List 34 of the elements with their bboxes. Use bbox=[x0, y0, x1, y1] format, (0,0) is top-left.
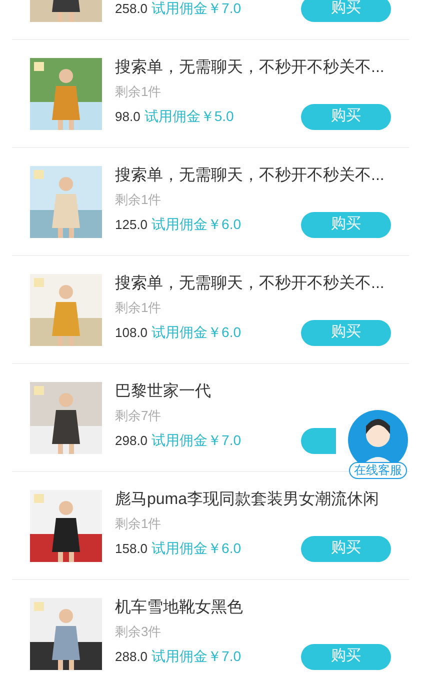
remaining-stock: 剩余1件 bbox=[115, 300, 162, 316]
commission: 试用佣金￥6.0 bbox=[152, 215, 242, 234]
commission: 试用佣金￥6.0 bbox=[152, 323, 242, 342]
remaining-stock: 剩余1件 bbox=[115, 192, 162, 208]
price: 98.0 bbox=[115, 108, 140, 126]
product-title: 搜索单，无需聊天，不秒开不秒关不... bbox=[115, 274, 386, 294]
remaining-stock: 剩余1件 bbox=[115, 516, 162, 532]
commission: 试用佣金￥5.0 bbox=[144, 107, 234, 126]
product-title: 搜索单，无需聊天，不秒开不秒关不... bbox=[115, 58, 386, 78]
price: 258.0 bbox=[115, 0, 148, 18]
product-title: 搜索单，无需聊天，不秒开不秒关不... bbox=[115, 166, 386, 186]
buy-button[interactable]: 购买 bbox=[301, 0, 391, 22]
price: 288.0 bbox=[115, 648, 148, 666]
product-title: 机车雪地靴女黑色 bbox=[115, 598, 244, 618]
product-title: 彪马puma李现同款套装男女潮流休闲 bbox=[115, 490, 380, 510]
price: 158.0 bbox=[115, 540, 148, 558]
buy-button[interactable]: 购买 bbox=[301, 536, 391, 562]
buy-button[interactable]: 购买 bbox=[301, 320, 391, 346]
online-support-label[interactable]: 在线客服 bbox=[349, 462, 407, 479]
buy-button[interactable] bbox=[301, 428, 336, 454]
buy-button[interactable]: 购买 bbox=[301, 104, 391, 130]
commission: 试用佣金￥7.0 bbox=[152, 431, 242, 450]
remaining-stock: 剩余1件 bbox=[115, 84, 162, 100]
product-title: 巴黎世家一代 bbox=[115, 382, 212, 402]
remaining-stock: 剩余3件 bbox=[115, 624, 162, 640]
commission: 试用佣金￥7.0 bbox=[152, 0, 242, 18]
price: 108.0 bbox=[115, 324, 148, 342]
buy-button[interactable]: 购买 bbox=[301, 212, 391, 238]
commission: 试用佣金￥6.0 bbox=[152, 539, 242, 558]
price: 298.0 bbox=[115, 432, 148, 450]
price: 125.0 bbox=[115, 216, 148, 234]
buy-button[interactable]: 购买 bbox=[301, 644, 391, 670]
commission: 试用佣金￥7.0 bbox=[152, 647, 242, 666]
remaining-stock: 剩余7件 bbox=[115, 408, 162, 424]
